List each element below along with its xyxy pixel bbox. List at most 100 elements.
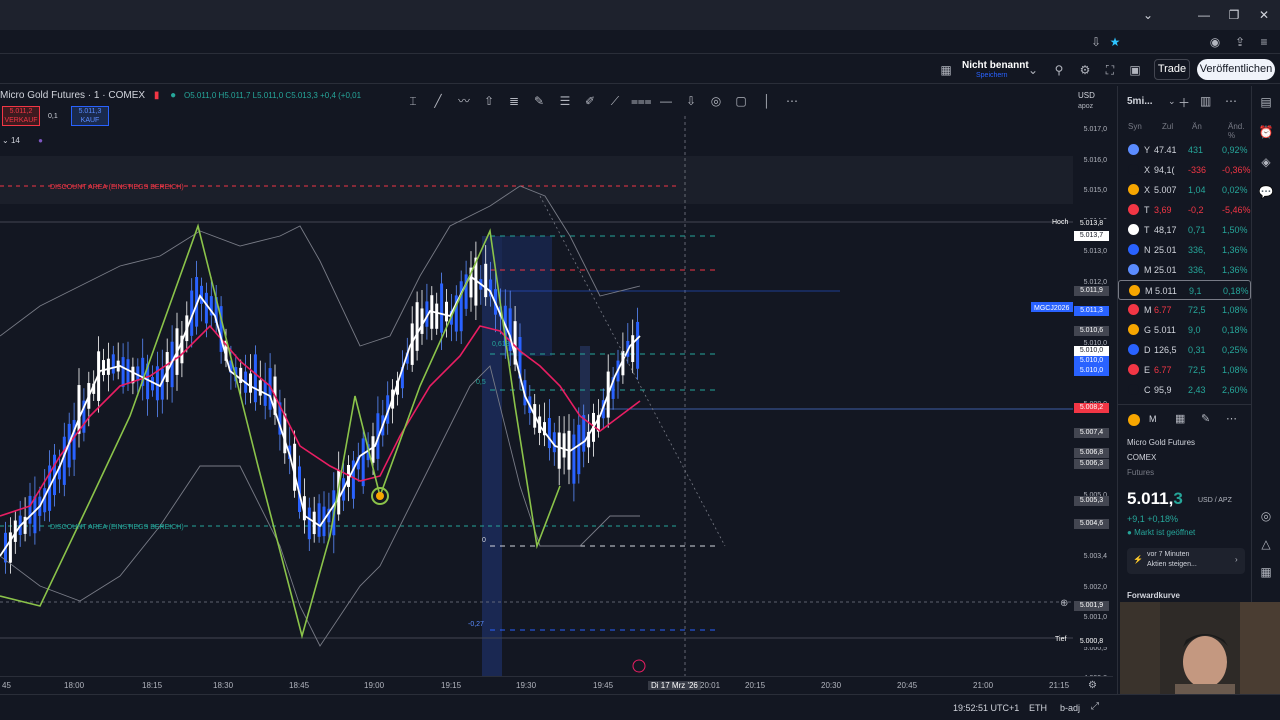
sell-button[interactable]: 5.011,2 VERKAUF — [2, 106, 40, 126]
high-tag: Hoch — [1052, 219, 1068, 226]
account-icon[interactable]: ◉ — [1207, 34, 1223, 50]
candle-body — [371, 436, 375, 463]
watchlist-row[interactable]: N 25.01 336, 1,36% — [1118, 240, 1251, 260]
star-icon[interactable]: ★ — [1107, 34, 1123, 50]
layers-icon[interactable]: ◈ — [1258, 154, 1274, 170]
details-name[interactable]: Micro Gold Futures — [1127, 438, 1195, 447]
watchlist-row[interactable]: T 48,17 0,71 1,50% — [1118, 220, 1251, 240]
order-quantity[interactable]: 0,1 — [48, 113, 58, 120]
chat-icon[interactable]: 💬 — [1258, 184, 1274, 200]
watchlist-column-header[interactable]: Än — [1192, 122, 1202, 131]
buy-button[interactable]: 5.011,3 KAUF — [71, 106, 109, 126]
watchlist-column-header[interactable]: Syn — [1128, 122, 1142, 131]
calendar-icon[interactable]: ▦ — [1258, 564, 1274, 580]
watchlist-chg: 431 — [1188, 145, 1204, 155]
watchlist-row[interactable]: Y 47.41 431 0,92% — [1118, 140, 1251, 160]
symbol-name[interactable]: Micro Gold Futures · 1 · COMEX — [0, 90, 145, 101]
layout-grid-icon[interactable]: ▦ — [938, 62, 954, 78]
watchlist-column-header[interactable]: Änd. % — [1228, 122, 1250, 140]
symbol-logo — [1128, 224, 1139, 235]
maximize-icon[interactable]: ❐ — [1225, 6, 1243, 24]
candle-body — [582, 415, 586, 452]
chevron-down-icon[interactable]: ⌄ — [1139, 6, 1157, 24]
up-arrow-tool-icon[interactable]: ⇧ — [480, 92, 498, 110]
edit-icon[interactable]: ✎ — [1201, 412, 1210, 425]
share-icon[interactable]: ⇪ — [1232, 34, 1248, 50]
camera-icon[interactable]: ▣ — [1127, 62, 1143, 78]
target-tool-icon[interactable]: ◎ — [707, 92, 725, 110]
rect-tool-icon[interactable]: ▢ — [732, 92, 750, 110]
fullscreen-icon[interactable]: ⛶ — [1102, 62, 1118, 78]
adjustment[interactable]: b-adj — [1060, 703, 1080, 713]
chart-canvas[interactable]: 0,618 0,5 0 -0,27 DISCOUNT AREA (EINSTIE… — [0, 86, 1073, 676]
price-axis[interactable]: USD apoz 5.017,05.016,05.015,05.014,05.0… — [1073, 86, 1113, 682]
chart-area[interactable]: 0,618 0,5 0 -0,27 DISCOUNT AREA (EINSTIE… — [0, 86, 1113, 694]
gear-icon[interactable]: ⚙ — [1077, 62, 1093, 78]
lines-tool-icon[interactable]: ≣ — [505, 92, 523, 110]
brush-tool-icon[interactable]: ✎ — [530, 92, 548, 110]
watchlist-row[interactable]: M 25.01 336, 1,36% — [1118, 260, 1251, 280]
watchlist-icon[interactable]: ▤ — [1258, 94, 1274, 110]
minimize-icon[interactable]: — — [1195, 6, 1213, 24]
chevron-down-icon[interactable]: ⌄ — [1168, 96, 1176, 107]
clock[interactable]: 19:52:51 UTC+1 — [953, 703, 1019, 713]
news-card[interactable]: vor 7 Minuten Aktien steigen... ⚡ › — [1127, 548, 1245, 574]
grid-icon[interactable]: ▦ — [1175, 412, 1185, 425]
watchlist-row[interactable]: G 5.011 9,0 0,18% — [1118, 320, 1251, 340]
settings-icon[interactable]: ⚙ — [1088, 680, 1097, 691]
down-arrow-tool-icon[interactable]: ⇩ — [682, 92, 700, 110]
watchlist-row[interactable]: C 95,9 2,43 2,60% — [1118, 380, 1251, 400]
watchlist-column-header[interactable]: Zul — [1162, 122, 1173, 131]
session[interactable]: ETH — [1029, 703, 1047, 713]
fib-tool-icon[interactable]: ☰ — [556, 92, 574, 110]
candle-body — [102, 360, 105, 376]
watchlist-row[interactable]: T 3,69 -0,2 -5,46% — [1118, 200, 1251, 220]
cursor-tool-icon[interactable]: ⌶ — [404, 92, 422, 110]
trade-button[interactable]: Trade — [1154, 59, 1190, 80]
currency-label[interactable]: USD — [1078, 91, 1095, 100]
watchlist-chg: 0,31 — [1188, 345, 1206, 355]
candle-body — [8, 532, 12, 563]
candle-body — [361, 438, 365, 487]
symbol-title[interactable]: Micro Gold Futures · 1 · COMEX ▮ ● — [0, 90, 176, 101]
watchlist-row[interactable]: M 5.011 9,1 0,18% — [1118, 280, 1251, 300]
watchlist-title[interactable]: 5mi... — [1127, 96, 1153, 107]
close-icon[interactable]: ✕ — [1255, 6, 1273, 24]
trend-tool-icon[interactable]: ╱ — [429, 92, 447, 110]
chevron-down-icon[interactable]: ⌄ — [1025, 62, 1041, 78]
pencil-tool-icon[interactable]: ✐ — [581, 92, 599, 110]
alert-icon[interactable] — [632, 659, 646, 673]
watchlist-row[interactable]: D 126,5 0,31 0,25% — [1118, 340, 1251, 360]
publish-button[interactable]: Veröffentlichen — [1197, 59, 1275, 80]
hline-tool-icon[interactable]: — — [657, 92, 675, 110]
search-icon[interactable]: ⚲ — [1051, 62, 1067, 78]
menu-icon[interactable]: ≡ — [1256, 34, 1272, 50]
candle-body — [33, 496, 37, 534]
candle-body — [307, 507, 311, 540]
layout-name[interactable]: Nicht benannt — [962, 60, 1029, 71]
more-tools-icon[interactable]: ⋯ — [783, 92, 801, 110]
more-icon[interactable]: ⋯ — [1225, 94, 1237, 108]
watchlist-row[interactable]: X 94,1(-336 -0,36% — [1118, 160, 1251, 180]
ray-tool-icon[interactable]: ⟋ — [606, 92, 624, 110]
triangle-icon[interactable]: △ — [1258, 536, 1274, 552]
download-icon[interactable]: ⇩ — [1088, 34, 1104, 50]
add-alert-icon[interactable]: ⊕ — [1060, 598, 1068, 609]
alert-clock-icon[interactable]: ⏰ — [1258, 124, 1274, 140]
watchlist-row[interactable]: E 6.77 72,5 1,08% — [1118, 360, 1251, 380]
columns-icon[interactable]: ▥ — [1200, 94, 1211, 108]
watchlist-pct: 0,25% — [1222, 345, 1248, 355]
price-label: 5.003,4 — [1083, 553, 1107, 560]
channel-tool-icon[interactable]: ⩶ — [631, 92, 652, 110]
indicator-toggle[interactable]: ⌄ 14 ● — [2, 136, 43, 145]
more-icon[interactable]: ⋯ — [1226, 412, 1237, 425]
vline-tool-icon[interactable]: │ — [758, 92, 776, 110]
target-icon[interactable]: ◎ — [1258, 508, 1274, 524]
expand-icon[interactable]: ⤢ — [1091, 701, 1099, 712]
watchlist-row[interactable]: M 6.77 72,5 1,08% — [1118, 300, 1251, 320]
watchlist-row[interactable]: X 5.007 1,04 0,02% — [1118, 180, 1251, 200]
add-symbol-icon[interactable]: ＋ — [1178, 94, 1190, 111]
time-label: 20:45 — [897, 681, 918, 690]
time-axis[interactable]: 45 18:00 18:15 18:30 18:45 19:00 19:15 19:30 19:… — [0, 676, 1113, 694]
wave-tool-icon[interactable]: 〰 — [455, 92, 473, 110]
